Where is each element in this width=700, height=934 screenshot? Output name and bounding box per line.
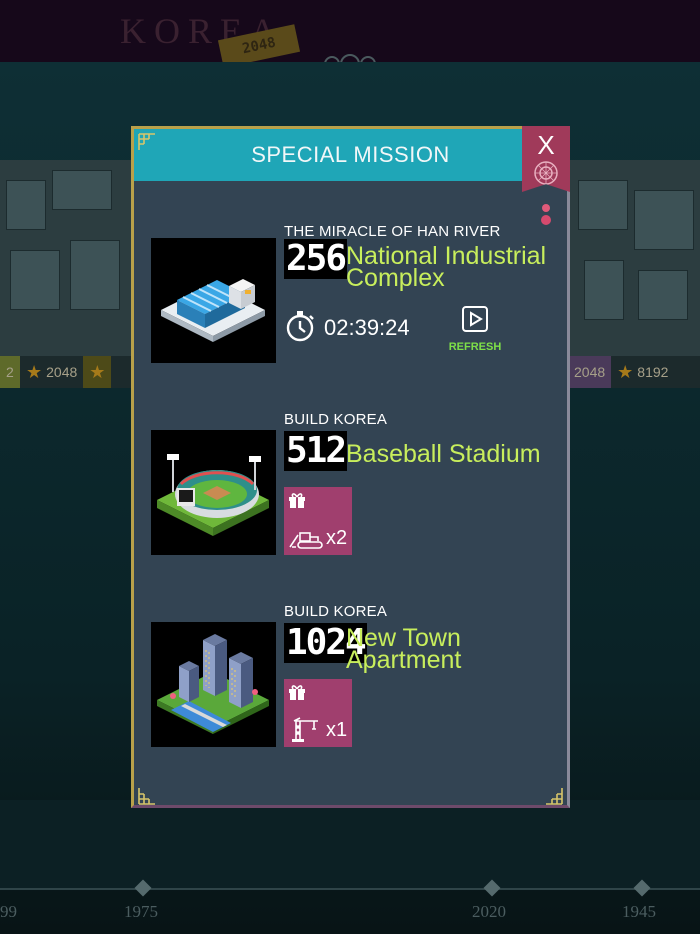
gift-icon [289,493,305,508]
special-mission-dialog: SPECIAL MISSION X THE MIRACLE OF HAN RIV… [131,126,570,808]
new-town-apartment-icon [157,634,269,734]
mission-timer: 02:39:24 [324,315,410,340]
mission-thumbnail [151,430,276,555]
close-button[interactable]: X [522,126,570,192]
mission-card: THE MIRACLE OF HAN RIVER 256 National In… [134,217,567,377]
mission-category: BUILD KOREA [284,411,388,428]
timeline-year: 99 [0,902,17,921]
reward-box: x2 [284,487,352,555]
score-counter-right: 2048 ★ 8192 [568,356,700,388]
stopwatch-icon [286,311,314,342]
timeline-year: 2020 [472,902,506,921]
mission-name: New Town Apartment [346,624,462,674]
mission-card: BUILD KOREA 1024 New Town Apartment x1 [134,601,567,761]
gift-icon [289,685,305,700]
refresh-label[interactable]: REFRESH [440,341,510,353]
timeline [0,888,700,890]
mission-category: BUILD KOREA [284,603,388,620]
refresh-button[interactable]: REFRESH [440,305,510,361]
counter-cell: 2 [0,356,20,388]
close-icon[interactable]: X [522,130,570,161]
industrial-complex-icon [161,279,265,342]
counter-cell: ★ 2048 [26,361,78,382]
play-video-icon[interactable] [460,305,490,335]
bulldozer-icon [289,532,323,549]
tile-number-badge: 512 [284,430,347,471]
timeline-year: 1945 [622,902,656,921]
emblem-icon [534,161,558,185]
counter-cell: ★ 8192 [617,361,669,382]
dialog-title: SPECIAL MISSION [251,142,450,167]
star-icon: ★ [26,361,43,382]
mission-thumbnail [151,238,276,363]
counter-cell: 2048 [568,356,612,388]
baseball-stadium-icon [157,454,269,536]
corner-ornament-icon [138,133,155,150]
star-icon: ★ [89,361,106,382]
reward-quantity: x1 [326,719,348,741]
crane-icon [292,717,318,742]
mission-name: National Industrial Complex [346,242,547,292]
skyline [0,800,700,890]
reward-box: x1 [284,679,352,747]
dialog-header: SPECIAL MISSION [134,129,567,181]
corner-ornament-icon [546,788,563,805]
mission-name: Baseball Stadium [346,440,541,468]
score-counter-left: 2 ★ 2048 ★ [0,356,132,388]
tile-number-badge: 256 [284,238,347,279]
counter-cell: ★ [83,356,112,388]
star-icon: ★ [617,361,634,382]
mission-thumbnail [151,622,276,747]
timeline-year: 1975 [124,902,158,921]
city-blocks-right [568,160,700,360]
reward-quantity: x2 [326,527,348,549]
corner-ornament-icon [138,788,155,805]
mission-card: BUILD KOREA 512 Baseball Stadium x2 [134,409,567,569]
city-blocks-left [0,160,132,360]
